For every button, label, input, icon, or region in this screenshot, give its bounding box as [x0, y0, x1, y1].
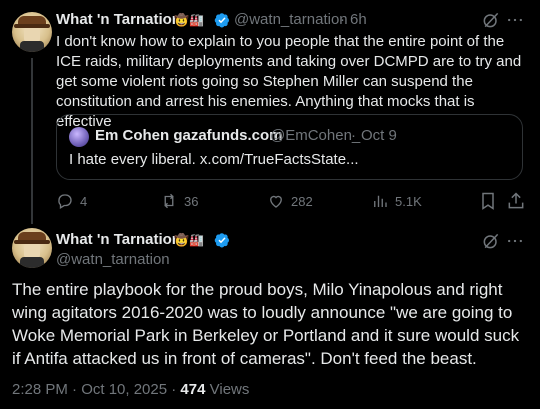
repost-count: 36 — [184, 193, 199, 209]
repost-button[interactable]: 36 — [160, 192, 198, 210]
quoted-author-avatar — [69, 127, 89, 147]
verified-badge-icon — [214, 13, 229, 28]
time-separator: · — [340, 11, 345, 28]
thread-connector-line — [31, 58, 33, 224]
author-handle[interactable]: @watn_tarnation — [56, 251, 170, 268]
grok-icon[interactable] — [481, 231, 501, 251]
author-name-emoji: 🤠🏭 — [174, 13, 204, 27]
quoted-author-name: Em Cohen gazafunds.com — [95, 127, 283, 144]
views-button[interactable]: 5.1K — [371, 192, 422, 210]
verified-badge-icon — [214, 233, 229, 248]
quoted-tweet-time: Oct 9 — [361, 127, 397, 144]
heart-icon — [270, 195, 282, 208]
quoted-author-handle: @EmCohen_ — [270, 127, 361, 144]
views-count: 474 — [180, 381, 206, 398]
bookmark-icon[interactable] — [478, 191, 498, 211]
more-options-icon[interactable] — [505, 10, 525, 30]
author-handle[interactable]: @watn_tarnation — [234, 11, 348, 28]
like-count: 282 — [291, 193, 313, 209]
reply-button[interactable]: 4 — [56, 192, 87, 210]
author-avatar[interactable] — [12, 228, 52, 268]
repost-icon — [164, 193, 174, 209]
author-name[interactable]: What 'n Tarnation — [56, 11, 181, 28]
tweet-timestamp[interactable]: 2:28 PM · Oct 10, 2025 · — [12, 381, 176, 398]
quoted-tweet-text: I hate every liberal. x.com/TrueFactsSta… — [69, 151, 359, 168]
author-avatar[interactable] — [12, 12, 52, 52]
tweet-time[interactable]: 6h — [350, 11, 367, 28]
like-button[interactable]: 282 — [267, 192, 313, 210]
grok-icon[interactable] — [481, 10, 501, 30]
views-count: 5.1K — [395, 193, 422, 209]
reply-icon — [58, 194, 72, 209]
share-icon[interactable] — [506, 191, 526, 211]
quoted-time-separator: · — [351, 127, 356, 144]
reply-count: 4 — [80, 193, 88, 209]
author-name[interactable]: What 'n Tarnation — [56, 231, 181, 248]
tweet-meta: 2:28 PM · Oct 10, 2025 · 474 Views — [12, 381, 249, 398]
more-options-icon[interactable] — [505, 231, 525, 251]
quoted-tweet-card[interactable]: Em Cohen gazafunds.com @EmCohen_ · Oct 9… — [56, 114, 523, 180]
author-name-emoji: 🤠🏭 — [174, 233, 204, 247]
views-chart-icon — [374, 195, 387, 207]
tweet-text: The entire playbook for the proud boys, … — [12, 280, 520, 368]
views-label: Views — [209, 381, 250, 398]
